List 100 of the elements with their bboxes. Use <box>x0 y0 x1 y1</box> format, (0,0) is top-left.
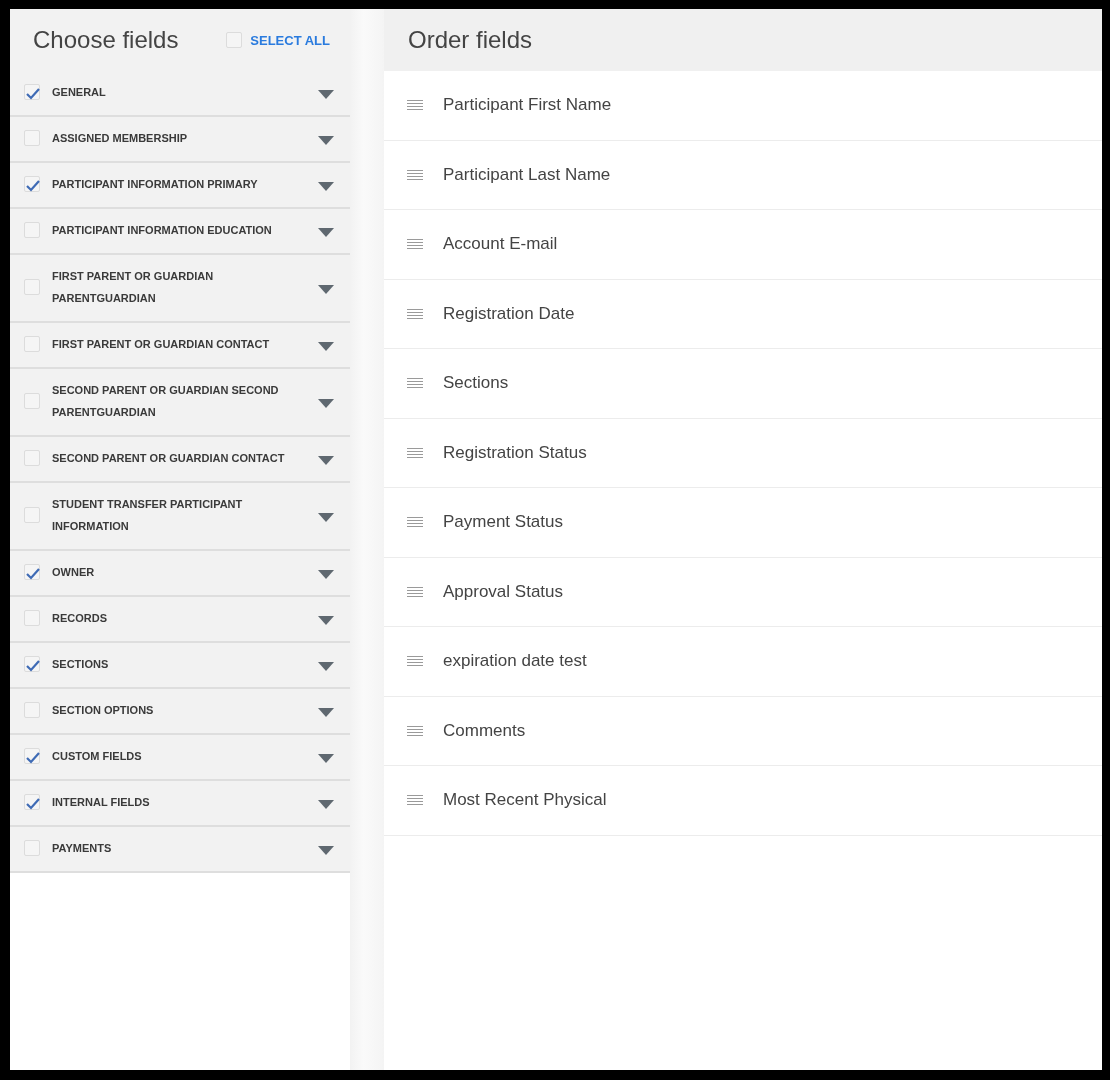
order-field-row[interactable]: Participant First Name <box>384 71 1102 141</box>
caret-icon[interactable] <box>318 845 334 855</box>
drag-handle-icon[interactable] <box>407 168 423 181</box>
checkbox[interactable] <box>24 279 40 295</box>
checkmark-icon <box>25 566 41 582</box>
order-field-row[interactable]: Participant Last Name <box>384 140 1102 210</box>
order-field-row[interactable]: Comments <box>384 696 1102 766</box>
caret-icon[interactable] <box>318 89 334 99</box>
order-field-row[interactable]: Registration Status <box>384 418 1102 488</box>
field-label: Registration Date <box>443 303 575 324</box>
drag-handle-icon[interactable] <box>407 794 423 807</box>
checkbox[interactable] <box>24 656 40 672</box>
field-label: Approval Status <box>443 581 563 602</box>
checkbox[interactable] <box>24 507 40 523</box>
checkbox[interactable] <box>24 84 40 100</box>
caret-icon[interactable] <box>318 398 334 408</box>
field-group-row[interactable]: INTERNAL FIELDS <box>10 781 350 827</box>
group-label: SECOND PARENT OR GUARDIAN CONTACT <box>52 451 286 466</box>
checkbox[interactable] <box>24 176 40 192</box>
order-field-row[interactable]: Account E-mail <box>384 210 1102 280</box>
caret-icon[interactable] <box>318 707 334 717</box>
caret-icon[interactable] <box>318 799 334 809</box>
field-group-row[interactable]: CUSTOM FIELDS <box>10 735 350 781</box>
field-group-row[interactable]: STUDENT TRANSFER PARTICIPANT INFORMATION <box>10 483 350 551</box>
caret-icon[interactable] <box>318 341 334 351</box>
field-group-row[interactable]: ASSIGNED MEMBERSHIP <box>10 117 350 163</box>
field-label: Most Recent Physical <box>443 790 607 811</box>
field-group-row[interactable]: PAYMENTS <box>10 827 350 873</box>
checkbox[interactable] <box>24 794 40 810</box>
order-field-row[interactable]: Approval Status <box>384 557 1102 627</box>
checkbox[interactable] <box>24 450 40 466</box>
drag-handle-icon[interactable] <box>407 724 423 737</box>
select-all-checkbox[interactable] <box>226 32 243 48</box>
field-group-row[interactable]: PARTICIPANT INFORMATION EDUCATION <box>10 209 350 255</box>
field-label: Participant Last Name <box>443 164 611 185</box>
drag-handle-icon[interactable] <box>407 655 423 668</box>
field-group-row[interactable]: SECTION OPTIONS <box>10 689 350 735</box>
drag-handle-icon[interactable] <box>407 307 423 320</box>
group-label: PARTICIPANT INFORMATION PRIMARY <box>52 177 259 192</box>
drag-handle-icon[interactable] <box>407 585 423 598</box>
order-field-row[interactable]: Payment Status <box>384 488 1102 558</box>
field-label: Account E-mail <box>443 234 558 255</box>
checkmark-icon <box>25 658 41 674</box>
drag-handle-icon[interactable] <box>407 99 423 112</box>
field-group-row[interactable]: PARTICIPANT INFORMATION PRIMARY <box>10 163 350 209</box>
field-label: Payment Status <box>443 512 563 533</box>
panel-title: Choose fields <box>33 26 179 54</box>
checkbox[interactable] <box>24 748 40 764</box>
checkbox[interactable] <box>24 222 40 238</box>
order-field-row[interactable]: expiration date test <box>384 627 1102 697</box>
group-label: SECOND PARENT OR GUARDIAN SECOND PARENTGUARDIAN <box>52 383 280 420</box>
field-label: Comments <box>443 720 526 741</box>
field-group-row[interactable]: FIRST PARENT OR GUARDIAN PARENTGUARDIAN <box>10 255 350 323</box>
caret-icon[interactable] <box>318 615 334 625</box>
select-all-link[interactable]: SELECT ALL <box>250 32 330 48</box>
caret-icon[interactable] <box>318 284 334 294</box>
group-label: CUSTOM FIELDS <box>52 749 143 764</box>
checkbox[interactable] <box>24 840 40 856</box>
drag-handle-icon[interactable] <box>407 377 423 390</box>
checkmark-icon <box>25 86 41 102</box>
field-group-row[interactable]: SECOND PARENT OR GUARDIAN CONTACT <box>10 437 350 483</box>
field-label: Participant First Name <box>443 95 612 116</box>
order-field-row[interactable]: Sections <box>384 349 1102 419</box>
caret-icon[interactable] <box>318 661 334 671</box>
field-group-row[interactable]: FIRST PARENT OR GUARDIAN CONTACT <box>10 323 350 369</box>
field-group-row[interactable]: OWNER <box>10 551 350 597</box>
drag-handle-icon[interactable] <box>407 238 423 251</box>
checkmark-icon <box>25 796 41 812</box>
caret-icon[interactable] <box>318 512 334 522</box>
checkbox[interactable] <box>24 393 40 409</box>
group-label: OWNER <box>52 565 96 580</box>
checkbox[interactable] <box>24 610 40 626</box>
drag-handle-icon[interactable] <box>407 446 423 459</box>
order-field-row[interactable]: Most Recent Physical <box>384 766 1102 836</box>
caret-icon[interactable] <box>318 227 334 237</box>
field-group-row[interactable]: SECOND PARENT OR GUARDIAN SECOND PARENTGUARDIAN <box>10 369 350 437</box>
caret-icon[interactable] <box>318 569 334 579</box>
field-label: Sections <box>443 373 509 394</box>
field-label: Registration Status <box>443 442 587 463</box>
checkbox[interactable] <box>24 130 40 146</box>
group-label: SECTIONS <box>52 657 110 672</box>
drag-handle-icon[interactable] <box>407 516 423 529</box>
caret-icon[interactable] <box>318 135 334 145</box>
group-label: GENERAL <box>52 85 107 100</box>
caret-icon[interactable] <box>318 181 334 191</box>
group-label: FIRST PARENT OR GUARDIAN CONTACT <box>52 337 271 352</box>
caret-icon[interactable] <box>318 455 334 465</box>
group-label: FIRST PARENT OR GUARDIAN PARENTGUARDIAN <box>52 269 215 306</box>
field-group-row[interactable]: SECTIONS <box>10 643 350 689</box>
field-group-row[interactable]: RECORDS <box>10 597 350 643</box>
panel-title: Order fields <box>408 26 533 54</box>
checkbox[interactable] <box>24 336 40 352</box>
checkbox[interactable] <box>24 702 40 718</box>
group-label: SECTION OPTIONS <box>52 703 155 718</box>
group-label: STUDENT TRANSFER PARTICIPANT INFORMATION <box>52 497 244 534</box>
order-field-row[interactable]: Registration Date <box>384 279 1102 349</box>
field-group-row[interactable]: GENERAL <box>10 71 350 117</box>
caret-icon[interactable] <box>318 753 334 763</box>
checkbox[interactable] <box>24 564 40 580</box>
group-label: PAYMENTS <box>52 841 113 856</box>
